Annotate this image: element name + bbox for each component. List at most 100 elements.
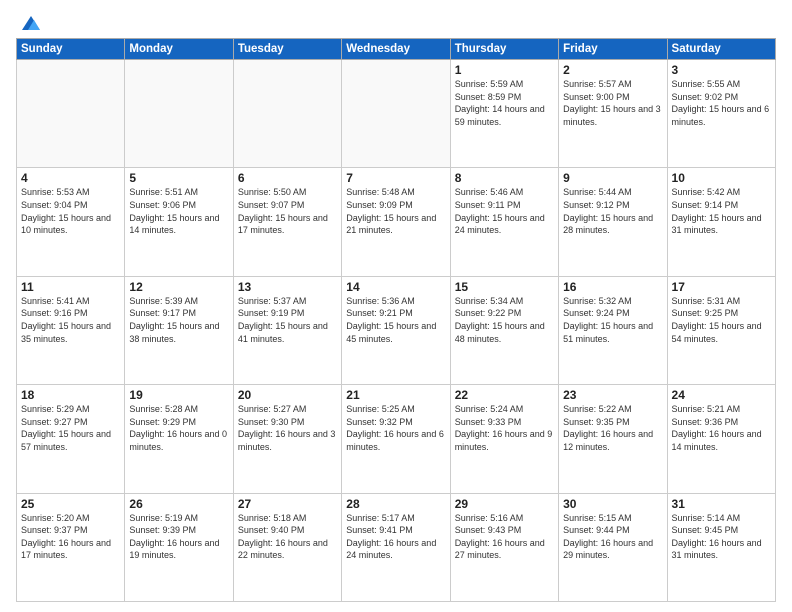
week-row-3: 11Sunrise: 5:41 AM Sunset: 9:16 PM Dayli… xyxy=(17,276,776,384)
day-cell: 15Sunrise: 5:34 AM Sunset: 9:22 PM Dayli… xyxy=(450,276,558,384)
day-number: 23 xyxy=(563,388,662,402)
day-cell: 5Sunrise: 5:51 AM Sunset: 9:06 PM Daylig… xyxy=(125,168,233,276)
day-info: Sunrise: 5:20 AM Sunset: 9:37 PM Dayligh… xyxy=(21,512,120,562)
day-cell xyxy=(342,60,450,168)
day-number: 16 xyxy=(563,280,662,294)
day-cell: 29Sunrise: 5:16 AM Sunset: 9:43 PM Dayli… xyxy=(450,493,558,601)
day-cell xyxy=(17,60,125,168)
day-info: Sunrise: 5:46 AM Sunset: 9:11 PM Dayligh… xyxy=(455,186,554,236)
day-cell: 25Sunrise: 5:20 AM Sunset: 9:37 PM Dayli… xyxy=(17,493,125,601)
day-number: 31 xyxy=(672,497,771,511)
day-info: Sunrise: 5:51 AM Sunset: 9:06 PM Dayligh… xyxy=(129,186,228,236)
day-info: Sunrise: 5:36 AM Sunset: 9:21 PM Dayligh… xyxy=(346,295,445,345)
day-number: 5 xyxy=(129,171,228,185)
day-number: 11 xyxy=(21,280,120,294)
day-cell: 28Sunrise: 5:17 AM Sunset: 9:41 PM Dayli… xyxy=(342,493,450,601)
day-cell: 30Sunrise: 5:15 AM Sunset: 9:44 PM Dayli… xyxy=(559,493,667,601)
weekday-friday: Friday xyxy=(559,39,667,60)
day-number: 28 xyxy=(346,497,445,511)
logo xyxy=(16,12,42,34)
day-cell: 19Sunrise: 5:28 AM Sunset: 9:29 PM Dayli… xyxy=(125,385,233,493)
day-info: Sunrise: 5:25 AM Sunset: 9:32 PM Dayligh… xyxy=(346,403,445,453)
day-info: Sunrise: 5:41 AM Sunset: 9:16 PM Dayligh… xyxy=(21,295,120,345)
day-number: 4 xyxy=(21,171,120,185)
weekday-thursday: Thursday xyxy=(450,39,558,60)
day-cell: 18Sunrise: 5:29 AM Sunset: 9:27 PM Dayli… xyxy=(17,385,125,493)
day-info: Sunrise: 5:15 AM Sunset: 9:44 PM Dayligh… xyxy=(563,512,662,562)
day-number: 30 xyxy=(563,497,662,511)
day-number: 8 xyxy=(455,171,554,185)
day-info: Sunrise: 5:34 AM Sunset: 9:22 PM Dayligh… xyxy=(455,295,554,345)
day-cell: 12Sunrise: 5:39 AM Sunset: 9:17 PM Dayli… xyxy=(125,276,233,384)
day-info: Sunrise: 5:57 AM Sunset: 9:00 PM Dayligh… xyxy=(563,78,662,128)
day-cell: 9Sunrise: 5:44 AM Sunset: 9:12 PM Daylig… xyxy=(559,168,667,276)
day-info: Sunrise: 5:24 AM Sunset: 9:33 PM Dayligh… xyxy=(455,403,554,453)
weekday-wednesday: Wednesday xyxy=(342,39,450,60)
day-cell: 7Sunrise: 5:48 AM Sunset: 9:09 PM Daylig… xyxy=(342,168,450,276)
day-info: Sunrise: 5:29 AM Sunset: 9:27 PM Dayligh… xyxy=(21,403,120,453)
day-cell: 16Sunrise: 5:32 AM Sunset: 9:24 PM Dayli… xyxy=(559,276,667,384)
day-cell: 26Sunrise: 5:19 AM Sunset: 9:39 PM Dayli… xyxy=(125,493,233,601)
day-info: Sunrise: 5:55 AM Sunset: 9:02 PM Dayligh… xyxy=(672,78,771,128)
day-cell: 4Sunrise: 5:53 AM Sunset: 9:04 PM Daylig… xyxy=(17,168,125,276)
day-number: 29 xyxy=(455,497,554,511)
day-cell: 1Sunrise: 5:59 AM Sunset: 8:59 PM Daylig… xyxy=(450,60,558,168)
day-number: 7 xyxy=(346,171,445,185)
day-number: 20 xyxy=(238,388,337,402)
calendar-table: SundayMondayTuesdayWednesdayThursdayFrid… xyxy=(16,38,776,602)
day-number: 3 xyxy=(672,63,771,77)
day-info: Sunrise: 5:37 AM Sunset: 9:19 PM Dayligh… xyxy=(238,295,337,345)
day-info: Sunrise: 5:48 AM Sunset: 9:09 PM Dayligh… xyxy=(346,186,445,236)
weekday-saturday: Saturday xyxy=(667,39,775,60)
day-number: 13 xyxy=(238,280,337,294)
day-cell: 13Sunrise: 5:37 AM Sunset: 9:19 PM Dayli… xyxy=(233,276,341,384)
day-number: 24 xyxy=(672,388,771,402)
day-info: Sunrise: 5:31 AM Sunset: 9:25 PM Dayligh… xyxy=(672,295,771,345)
day-cell: 3Sunrise: 5:55 AM Sunset: 9:02 PM Daylig… xyxy=(667,60,775,168)
day-info: Sunrise: 5:21 AM Sunset: 9:36 PM Dayligh… xyxy=(672,403,771,453)
day-info: Sunrise: 5:14 AM Sunset: 9:45 PM Dayligh… xyxy=(672,512,771,562)
day-number: 2 xyxy=(563,63,662,77)
weekday-sunday: Sunday xyxy=(17,39,125,60)
weekday-header-row: SundayMondayTuesdayWednesdayThursdayFrid… xyxy=(17,39,776,60)
week-row-2: 4Sunrise: 5:53 AM Sunset: 9:04 PM Daylig… xyxy=(17,168,776,276)
day-info: Sunrise: 5:59 AM Sunset: 8:59 PM Dayligh… xyxy=(455,78,554,128)
day-cell: 22Sunrise: 5:24 AM Sunset: 9:33 PM Dayli… xyxy=(450,385,558,493)
day-number: 18 xyxy=(21,388,120,402)
day-cell xyxy=(233,60,341,168)
day-cell: 6Sunrise: 5:50 AM Sunset: 9:07 PM Daylig… xyxy=(233,168,341,276)
day-cell: 8Sunrise: 5:46 AM Sunset: 9:11 PM Daylig… xyxy=(450,168,558,276)
day-cell: 24Sunrise: 5:21 AM Sunset: 9:36 PM Dayli… xyxy=(667,385,775,493)
day-info: Sunrise: 5:22 AM Sunset: 9:35 PM Dayligh… xyxy=(563,403,662,453)
day-cell: 17Sunrise: 5:31 AM Sunset: 9:25 PM Dayli… xyxy=(667,276,775,384)
day-number: 12 xyxy=(129,280,228,294)
day-number: 15 xyxy=(455,280,554,294)
weekday-monday: Monday xyxy=(125,39,233,60)
day-number: 17 xyxy=(672,280,771,294)
day-number: 1 xyxy=(455,63,554,77)
day-number: 21 xyxy=(346,388,445,402)
day-cell: 2Sunrise: 5:57 AM Sunset: 9:00 PM Daylig… xyxy=(559,60,667,168)
day-cell: 14Sunrise: 5:36 AM Sunset: 9:21 PM Dayli… xyxy=(342,276,450,384)
day-info: Sunrise: 5:28 AM Sunset: 9:29 PM Dayligh… xyxy=(129,403,228,453)
day-cell: 11Sunrise: 5:41 AM Sunset: 9:16 PM Dayli… xyxy=(17,276,125,384)
day-cell: 27Sunrise: 5:18 AM Sunset: 9:40 PM Dayli… xyxy=(233,493,341,601)
day-number: 22 xyxy=(455,388,554,402)
week-row-5: 25Sunrise: 5:20 AM Sunset: 9:37 PM Dayli… xyxy=(17,493,776,601)
day-number: 26 xyxy=(129,497,228,511)
day-cell: 10Sunrise: 5:42 AM Sunset: 9:14 PM Dayli… xyxy=(667,168,775,276)
day-cell xyxy=(125,60,233,168)
week-row-1: 1Sunrise: 5:59 AM Sunset: 8:59 PM Daylig… xyxy=(17,60,776,168)
day-info: Sunrise: 5:17 AM Sunset: 9:41 PM Dayligh… xyxy=(346,512,445,562)
page: SundayMondayTuesdayWednesdayThursdayFrid… xyxy=(0,0,792,612)
day-info: Sunrise: 5:44 AM Sunset: 9:12 PM Dayligh… xyxy=(563,186,662,236)
day-number: 9 xyxy=(563,171,662,185)
week-row-4: 18Sunrise: 5:29 AM Sunset: 9:27 PM Dayli… xyxy=(17,385,776,493)
day-number: 6 xyxy=(238,171,337,185)
day-info: Sunrise: 5:27 AM Sunset: 9:30 PM Dayligh… xyxy=(238,403,337,453)
day-cell: 31Sunrise: 5:14 AM Sunset: 9:45 PM Dayli… xyxy=(667,493,775,601)
day-info: Sunrise: 5:50 AM Sunset: 9:07 PM Dayligh… xyxy=(238,186,337,236)
day-cell: 20Sunrise: 5:27 AM Sunset: 9:30 PM Dayli… xyxy=(233,385,341,493)
day-cell: 23Sunrise: 5:22 AM Sunset: 9:35 PM Dayli… xyxy=(559,385,667,493)
weekday-tuesday: Tuesday xyxy=(233,39,341,60)
